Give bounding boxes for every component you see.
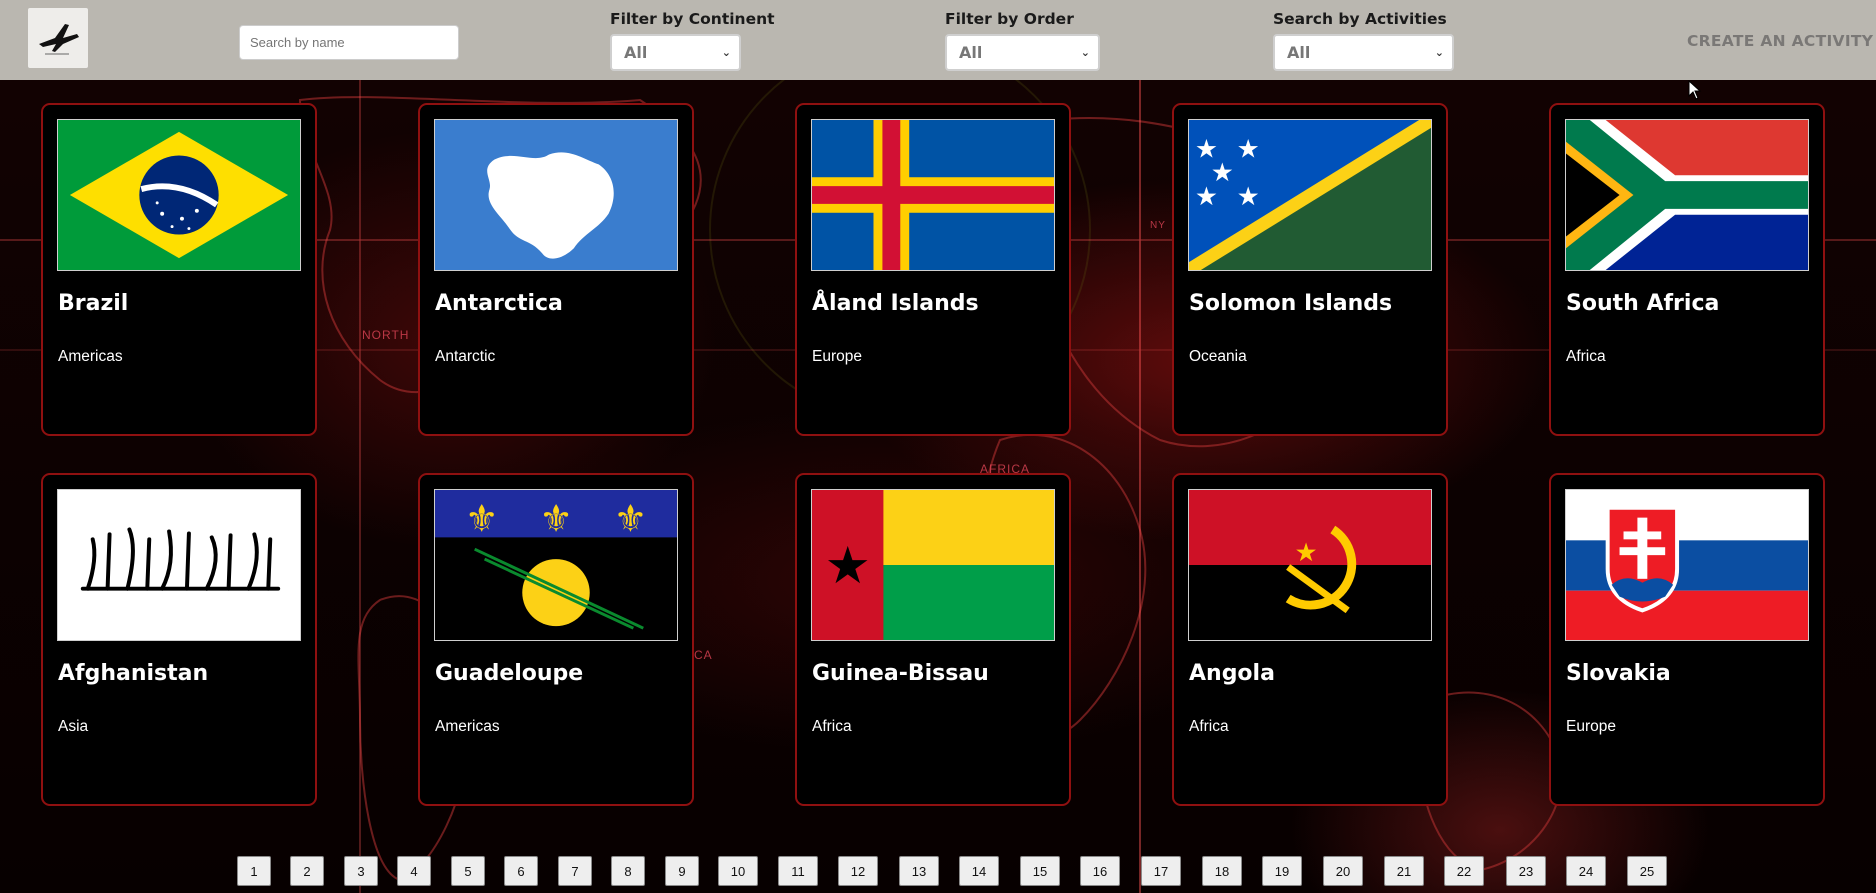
page-button[interactable]: 16 — [1080, 856, 1120, 886]
country-name: Slovakia — [1566, 661, 1671, 686]
country-name: Brazil — [58, 291, 129, 316]
country-card[interactable]: ★ ★ ★ ★ ★ Solomon Islands Oceania — [1172, 103, 1448, 436]
svg-text:★: ★ — [825, 536, 871, 596]
country-name: Guadeloupe — [435, 661, 584, 686]
antarctica-flag — [434, 119, 678, 271]
country-card[interactable]: South Africa Africa — [1549, 103, 1825, 436]
page-button[interactable]: 15 — [1020, 856, 1060, 886]
country-card[interactable]: Slovakia Europe — [1549, 473, 1825, 806]
country-name: South Africa — [1566, 291, 1720, 316]
page-button[interactable]: 3 — [344, 856, 378, 886]
country-card[interactable]: Brazil Americas — [41, 103, 317, 436]
country-card[interactable]: ★ Guinea-Bissau Africa — [795, 473, 1071, 806]
page-button[interactable]: 18 — [1202, 856, 1242, 886]
page-button[interactable]: 13 — [899, 856, 939, 886]
country-name: Guinea-Bissau — [812, 661, 989, 686]
page-button[interactable]: 21 — [1384, 856, 1424, 886]
svg-text:★: ★ — [1237, 135, 1260, 165]
page-button[interactable]: 25 — [1627, 856, 1667, 886]
country-continent: Africa — [1566, 348, 1606, 365]
country-card[interactable]: Afghanistan Asia — [41, 473, 317, 806]
country-card[interactable]: Antarctica Antarctic — [418, 103, 694, 436]
country-cards-grid: Brazil Americas Antarctica Antarctic Åla… — [0, 0, 1876, 893]
svg-text:⚜: ⚜ — [539, 497, 573, 541]
angola-flag: ★ — [1188, 489, 1432, 641]
page-button[interactable]: 23 — [1506, 856, 1546, 886]
afghanistan-flag — [57, 489, 301, 641]
page-button[interactable]: 17 — [1141, 856, 1181, 886]
slovakia-flag — [1565, 489, 1809, 641]
svg-text:⚜: ⚜ — [614, 497, 648, 541]
country-name: Angola — [1189, 661, 1275, 686]
country-name: Afghanistan — [58, 661, 209, 686]
country-continent: Americas — [435, 718, 500, 735]
country-continent: Africa — [812, 718, 852, 735]
page-button[interactable]: 11 — [778, 856, 818, 886]
svg-text:★: ★ — [1294, 538, 1317, 568]
country-card[interactable]: Åland Islands Europe — [795, 103, 1071, 436]
guadeloupe-flag: ⚜ ⚜ ⚜ — [434, 489, 678, 641]
page-button[interactable]: 22 — [1444, 856, 1484, 886]
country-name: Åland Islands — [812, 291, 979, 316]
page-button[interactable]: 4 — [397, 856, 431, 886]
country-card[interactable]: ★ Angola Africa — [1172, 473, 1448, 806]
country-continent: Oceania — [1189, 348, 1247, 365]
south-africa-flag — [1565, 119, 1809, 271]
country-name: Antarctica — [435, 291, 563, 316]
page-button[interactable]: 24 — [1566, 856, 1606, 886]
svg-text:⚜: ⚜ — [465, 497, 499, 541]
page-button[interactable]: 1 — [237, 856, 271, 886]
solomon-flag: ★ ★ ★ ★ ★ — [1188, 119, 1432, 271]
page-button[interactable]: 7 — [558, 856, 592, 886]
page-button[interactable]: 14 — [959, 856, 999, 886]
svg-text:★: ★ — [1195, 182, 1218, 212]
country-continent: Europe — [1566, 718, 1616, 735]
page-button[interactable]: 6 — [504, 856, 538, 886]
pagination: 1 2 3 4 5 6 7 8 9 10 11 12 13 14 15 16 1… — [0, 856, 1876, 888]
country-continent: Americas — [58, 348, 123, 365]
svg-text:★: ★ — [1237, 182, 1260, 212]
page-button[interactable]: 20 — [1323, 856, 1363, 886]
page-button[interactable]: 19 — [1262, 856, 1302, 886]
page-button[interactable]: 10 — [718, 856, 758, 886]
country-card[interactable]: ⚜ ⚜ ⚜ Guadeloupe Americas — [418, 473, 694, 806]
aland-flag — [811, 119, 1055, 271]
page-button[interactable]: 12 — [838, 856, 878, 886]
country-continent: Africa — [1189, 718, 1229, 735]
page-button[interactable]: 2 — [290, 856, 324, 886]
guinea-bissau-flag: ★ — [811, 489, 1055, 641]
page-button[interactable]: 5 — [451, 856, 485, 886]
country-continent: Europe — [812, 348, 862, 365]
country-continent: Asia — [58, 718, 89, 735]
brazil-flag — [57, 119, 301, 271]
country-name: Solomon Islands — [1189, 291, 1393, 316]
country-continent: Antarctic — [435, 348, 496, 365]
page-button[interactable]: 9 — [665, 856, 699, 886]
page-button[interactable]: 8 — [611, 856, 645, 886]
